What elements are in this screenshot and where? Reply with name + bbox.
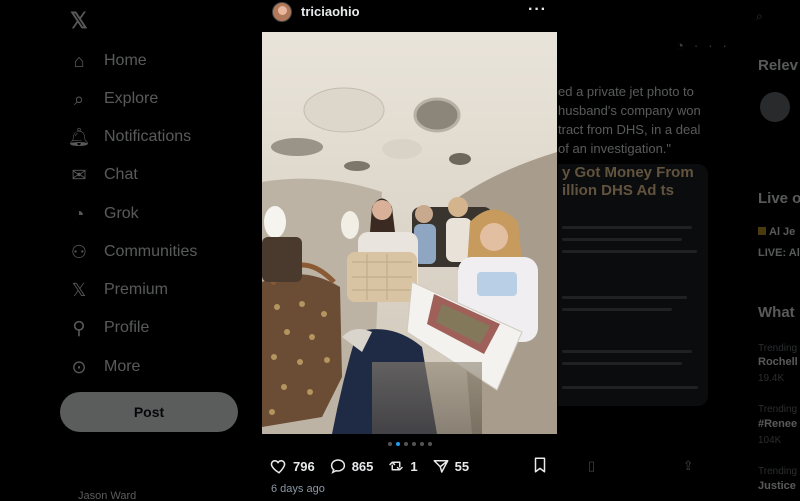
jet-cabin-photo xyxy=(262,32,557,434)
live-host-label: Al Je xyxy=(769,226,796,238)
trend-name[interactable]: Justice xyxy=(758,480,796,492)
more-circle-icon: ⊙ xyxy=(71,356,87,377)
sidebar-item-label: Profile xyxy=(104,319,150,336)
search-icon: ⌕ xyxy=(73,88,85,109)
trend-count: 104K xyxy=(758,435,782,446)
card-text-line xyxy=(562,308,672,311)
x-icon: 𝕏 xyxy=(71,279,87,300)
live-item-title[interactable]: LIVE: Al xyxy=(758,247,800,259)
username-link[interactable]: triciaohio xyxy=(301,4,360,19)
sidebar-item-more[interactable]: ⊙ More xyxy=(68,352,140,382)
bookmark-button[interactable] xyxy=(531,456,549,479)
card-text-line xyxy=(562,386,698,389)
post-actions: 796 865 1 55 xyxy=(270,456,553,476)
views-button[interactable]: 55 xyxy=(432,457,469,475)
share-icon[interactable]: ⇪ xyxy=(683,458,694,473)
avatar[interactable] xyxy=(760,92,790,122)
reply-icon xyxy=(330,459,345,474)
sidebar-item-label: Chat xyxy=(104,166,138,183)
like-count: 796 xyxy=(293,458,315,474)
carousel-dot[interactable] xyxy=(411,442,416,446)
like-button[interactable]: 796 xyxy=(270,457,315,475)
sidebar-item-notifications[interactable]: 🔔︎ Notifications xyxy=(67,122,192,152)
trend-context: Trending xyxy=(758,404,798,415)
trend-name[interactable]: Rochell xyxy=(758,356,798,368)
right-sidebar: ⌕ Relev Live o Al Je LIVE: Al What Trend… xyxy=(748,0,800,501)
sidebar-item-label: More xyxy=(104,358,141,375)
card-text-line xyxy=(562,226,692,229)
carousel-dot[interactable] xyxy=(419,442,424,446)
mail-icon: ✉ xyxy=(71,164,87,185)
sidebar-item-chat[interactable]: ✉ Chat xyxy=(68,160,138,190)
carousel-dot[interactable] xyxy=(403,442,408,446)
trend-context: Trending xyxy=(758,343,798,354)
sidebar-item-label: Explore xyxy=(104,90,159,107)
card-headline: y Got Money From illion DHS Ad ts xyxy=(562,164,694,199)
background-tweet: ◔··· ed a private jet photo to husband's… xyxy=(558,0,738,501)
repost-icon xyxy=(389,461,404,471)
repost-button[interactable]: 1 xyxy=(387,457,418,475)
carousel-dot[interactable] xyxy=(395,442,400,446)
trend-count: 19.4K xyxy=(758,373,785,384)
sidebar-item-grok[interactable]: ◔ Grok xyxy=(68,199,139,229)
sidebar-item-label: Home xyxy=(104,52,147,69)
tweet-action-icons: ▯ ⇪ xyxy=(588,458,694,474)
sidebar-item-communities[interactable]: ⚇ Communities xyxy=(68,237,197,267)
sidebar-item-home[interactable]: ⌂ Home xyxy=(68,46,147,76)
bell-icon: 🔔︎ xyxy=(67,126,91,147)
left-sidebar: 𝕏 ⌂ Home ⌕ Explore 🔔︎ Notifications ✉ Ch… xyxy=(60,0,260,501)
sidebar-item-explore[interactable]: ⌕ Explore xyxy=(68,84,158,114)
avatar[interactable] xyxy=(272,2,292,22)
heart-icon xyxy=(270,459,286,474)
card-text-line xyxy=(562,362,682,365)
reply-count: 865 xyxy=(351,458,374,474)
post-button[interactable]: Post xyxy=(60,392,238,432)
bookmark-icon[interactable]: ▯ xyxy=(588,458,595,473)
card-text-line xyxy=(562,296,687,299)
sidebar-item-label: Grok xyxy=(104,205,139,222)
sidebar-item-label: Notifications xyxy=(104,128,192,145)
grok-icon: ◔ xyxy=(73,203,85,224)
sidebar-item-profile[interactable]: ⚲ Profile xyxy=(68,313,149,343)
home-icon: ⌂ xyxy=(73,50,85,71)
card-text-line xyxy=(562,250,697,253)
sidebar-item-label: Communities xyxy=(104,243,198,260)
post-photo[interactable] xyxy=(262,32,557,434)
more-options-button[interactable]: ··· xyxy=(528,1,547,19)
link-card[interactable]: y Got Money From illion DHS Ad ts xyxy=(558,164,708,406)
repost-count: 1 xyxy=(410,458,418,474)
sidebar-item-premium[interactable]: 𝕏 Premium xyxy=(68,275,168,305)
card-text-line xyxy=(562,238,682,241)
views-count: 55 xyxy=(454,458,470,474)
send-icon xyxy=(433,460,449,473)
live-title: Live o xyxy=(758,190,800,207)
search-icon[interactable]: ⌕ xyxy=(756,9,763,24)
tweet-text: ed a private jet photo to husband's comp… xyxy=(558,84,701,156)
x-logo-icon[interactable]: 𝕏 xyxy=(70,8,88,34)
tweet-header-icons: ◔··· xyxy=(676,38,737,53)
whats-happening-title: What xyxy=(758,304,795,321)
card-text-line xyxy=(562,350,692,353)
reply-button[interactable]: 865 xyxy=(329,457,374,475)
modal-header: triciaohio ··· xyxy=(262,0,557,26)
grok-icon[interactable]: ◔ xyxy=(676,38,694,53)
carousel-dot[interactable] xyxy=(427,442,432,446)
post-timestamp: 6 days ago xyxy=(271,483,325,495)
media-viewer-modal: triciaohio ··· 796 865 1 55 6 days ago xyxy=(262,0,557,501)
carousel-dot[interactable] xyxy=(387,442,392,446)
account-switcher[interactable]: Jason Ward xyxy=(78,490,136,501)
live-badge-icon xyxy=(758,227,766,235)
person-icon: ⚲ xyxy=(72,317,86,338)
more-icon[interactable]: ··· xyxy=(694,38,737,53)
trend-context: Trending xyxy=(758,466,798,477)
people-icon: ⚇ xyxy=(70,241,88,262)
sidebar-item-label: Premium xyxy=(104,281,169,298)
live-item-host[interactable]: Al Je xyxy=(758,226,795,238)
carousel-dots xyxy=(262,442,557,446)
relevant-people-title: Relev xyxy=(758,57,799,74)
trend-name[interactable]: #Renee xyxy=(758,418,797,430)
bookmark-icon xyxy=(534,457,546,473)
